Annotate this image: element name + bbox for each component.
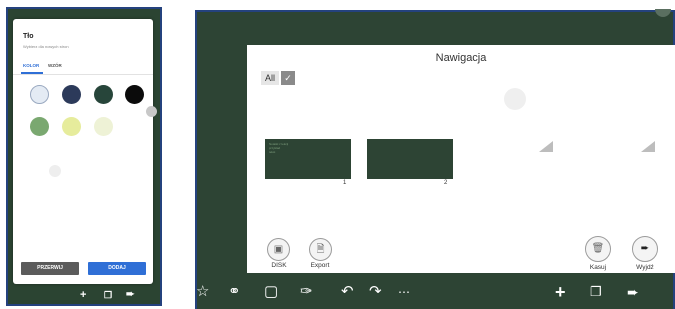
disk-button[interactable]: ▣ — [267, 238, 290, 261]
exit-navigation-button[interactable]: ➨ — [632, 236, 658, 262]
delete-button[interactable]: 🗑 — [585, 236, 611, 262]
select-all-label[interactable]: All — [261, 71, 279, 85]
disk-label: DISK — [271, 262, 287, 269]
swatch-black[interactable] — [125, 85, 144, 104]
loading-spinner-icon — [504, 88, 526, 110]
exit-icon[interactable]: ➨ — [627, 283, 639, 301]
faded-circle-icon — [49, 165, 61, 177]
dialog-subtitle: Wybierz dla nowych stron — [23, 44, 69, 49]
undo-icon[interactable]: ↶ — [341, 283, 354, 301]
plus-icon[interactable]: + — [80, 289, 86, 301]
swatch-light-blue[interactable] — [30, 85, 49, 104]
export-icon: 🗎 — [316, 244, 325, 255]
swatch-yellow[interactable] — [62, 117, 81, 136]
pages-icon[interactable]: ❐ — [590, 283, 602, 301]
page-number-1: 1 — [343, 180, 347, 186]
star-icon[interactable]: ☆ — [196, 283, 209, 301]
dialog-title: Tło — [23, 33, 34, 40]
select-all-checkbox[interactable]: ✓ — [281, 71, 295, 85]
export-label: Export — [310, 262, 330, 269]
trash-icon: 🗑 — [591, 243, 605, 254]
swatch-pale-yellow[interactable] — [94, 117, 113, 136]
disk-icon: ▣ — [273, 244, 284, 255]
pages-icon[interactable]: ❐ — [104, 289, 112, 301]
exit-icon: ➨ — [640, 243, 650, 254]
export-button[interactable]: 🗎 — [309, 238, 332, 261]
swatch-navy[interactable] — [62, 85, 81, 104]
redo-icon[interactable]: ↷ — [369, 283, 382, 301]
page-number-2: 2 — [444, 180, 448, 186]
page-thumbnail-2[interactable] — [367, 139, 453, 179]
navigation-panel: Nawigacja All ✓ Notatki z lekcji przykła… — [247, 45, 675, 273]
eraser-icon[interactable]: ▢ — [264, 283, 278, 301]
tab-pattern[interactable]: WZÓR — [48, 63, 62, 68]
delete-label: Kasuj — [589, 264, 607, 271]
add-button[interactable]: DODAJ — [88, 262, 146, 275]
swatch-green[interactable] — [30, 117, 49, 136]
tab-color[interactable]: KOLOR — [23, 63, 39, 68]
background-dialog: Tło Wybierz dla nowych stron KOLOR WZÓR … — [13, 19, 153, 284]
thumb-note-line-3: tekst — [269, 150, 276, 154]
page-thumbnail-1[interactable]: Notatki z lekcji przykład tekst — [265, 139, 351, 179]
plus-icon[interactable]: + — [555, 283, 566, 301]
swatch-dark-green[interactable] — [94, 85, 113, 104]
page-corner-fold-icon — [641, 141, 655, 152]
exit-label: Wyjdź — [636, 264, 654, 271]
lasso-icon[interactable]: ⚭ — [228, 283, 241, 301]
more-icon[interactable]: ⋯ — [398, 283, 410, 301]
exit-icon[interactable]: ➨ — [126, 289, 134, 301]
cancel-button[interactable]: PRZERWIJ — [21, 262, 79, 275]
avatar-icon[interactable] — [146, 106, 157, 117]
page-corner-fold-icon — [539, 141, 553, 152]
tab-divider — [13, 74, 153, 75]
navigation-title: Nawigacja — [435, 52, 487, 64]
brush-icon[interactable]: ✑ — [300, 283, 313, 301]
